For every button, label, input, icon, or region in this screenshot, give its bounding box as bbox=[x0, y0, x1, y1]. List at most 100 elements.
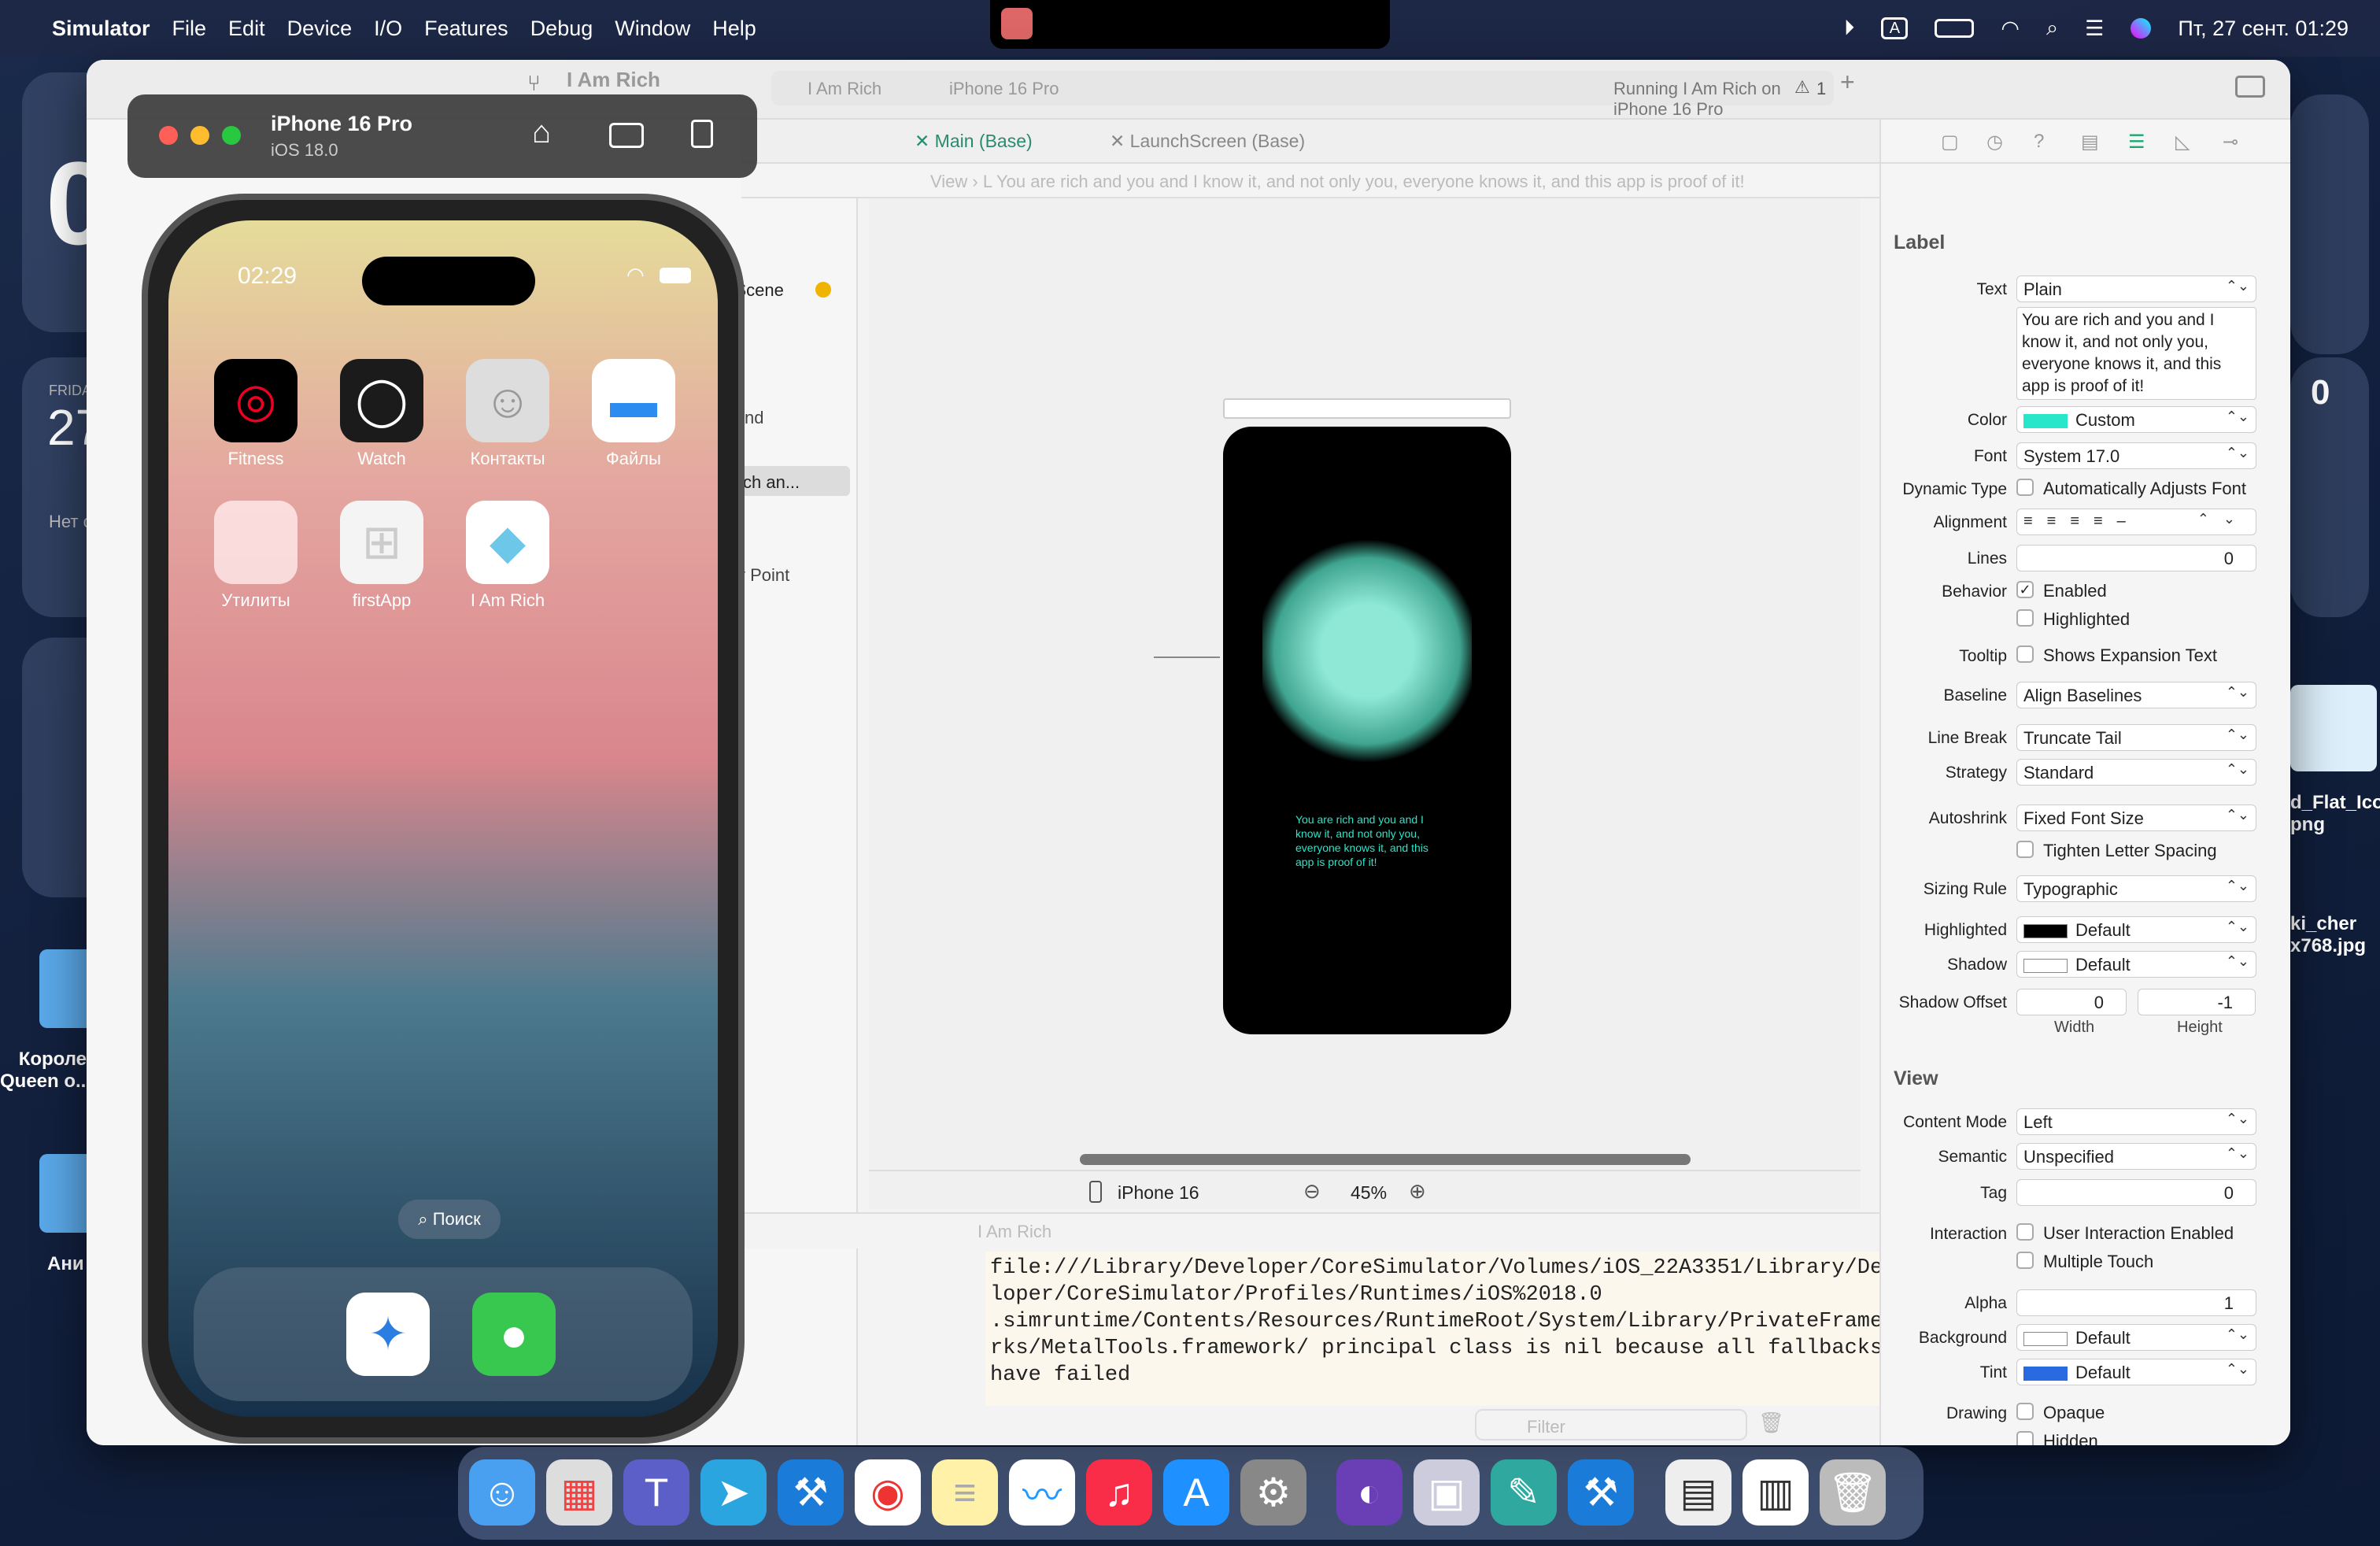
nav-item-4[interactable]: y Point bbox=[737, 565, 789, 586]
menu-help[interactable]: Help bbox=[712, 17, 756, 41]
preview-icon[interactable]: ▣ bbox=[1414, 1459, 1480, 1526]
menu-file[interactable]: File bbox=[172, 17, 207, 41]
notes-icon[interactable]: ≡ bbox=[932, 1459, 998, 1526]
opaque-label[interactable]: Opaque bbox=[2043, 1403, 2105, 1423]
folder-label-2[interactable]: Ани bbox=[47, 1253, 84, 1275]
menu-edit[interactable]: Edit bbox=[228, 17, 265, 41]
rotate-icon[interactable] bbox=[691, 120, 713, 148]
preview-label[interactable]: You are rich and you and I know it, and … bbox=[1295, 812, 1450, 869]
watch-app-icon[interactable]: ◯ bbox=[340, 359, 423, 442]
highlighted-checkbox[interactable] bbox=[2016, 609, 2034, 627]
messages-icon[interactable]: ● bbox=[472, 1293, 556, 1376]
tint-select[interactable]: Default bbox=[2016, 1359, 2256, 1385]
finder-icon[interactable]: ☺ bbox=[469, 1459, 535, 1526]
zoom-level[interactable]: 45% bbox=[1351, 1182, 1387, 1204]
tighten-label[interactable]: Tighten Letter Spacing bbox=[2043, 841, 2217, 861]
dynamic-type-checkbox[interactable] bbox=[2016, 479, 2034, 496]
enabled-label[interactable]: Enabled bbox=[2043, 581, 2107, 601]
shadow-select[interactable]: Default bbox=[2016, 951, 2256, 978]
jump-bar[interactable]: View › L You are rich and you and I know… bbox=[741, 164, 1957, 198]
image-file-label[interactable]: d_Flat_Ico png bbox=[2290, 792, 2380, 836]
strategy-select[interactable]: Standard bbox=[2016, 759, 2256, 786]
font-field[interactable]: System 17.0 bbox=[2016, 442, 2256, 469]
recent-doc-icon[interactable]: ▤ bbox=[1665, 1459, 1731, 1526]
menu-io[interactable]: I/O bbox=[374, 17, 402, 41]
background-select[interactable]: Default bbox=[2016, 1324, 2256, 1351]
tint-value[interactable]: Default bbox=[2075, 1363, 2131, 1382]
tab-launchscreen[interactable]: ✕ LaunchScreen (Base) bbox=[1110, 131, 1305, 152]
tighten-checkbox[interactable] bbox=[2016, 841, 2034, 858]
chrome-icon[interactable]: ◉ bbox=[855, 1459, 921, 1526]
trash-dock-icon[interactable]: 🗑 bbox=[1820, 1459, 1886, 1526]
sourcetree-icon[interactable]: ✎ bbox=[1491, 1459, 1557, 1526]
close-button[interactable] bbox=[159, 126, 178, 145]
color-select[interactable]: Custom bbox=[2016, 406, 2256, 433]
teams-icon[interactable]: T bbox=[623, 1459, 689, 1526]
text-value-field[interactable]: You are rich and you and I know it, and … bbox=[2016, 307, 2256, 400]
control-center-icon[interactable]: ☰ bbox=[2085, 17, 2104, 41]
warning-icon[interactable]: ⚠ bbox=[1794, 77, 1810, 98]
image-file-icon[interactable] bbox=[2290, 685, 2377, 771]
highlighted-color-select[interactable]: Default bbox=[2016, 916, 2256, 943]
minimize-button[interactable] bbox=[190, 126, 209, 145]
help-inspector-icon[interactable]: ? bbox=[2034, 131, 2044, 153]
user-interaction-checkbox[interactable] bbox=[2016, 1223, 2034, 1241]
menu-debug[interactable]: Debug bbox=[530, 17, 593, 41]
diamond-image[interactable] bbox=[1262, 537, 1472, 765]
canvas-scroller[interactable] bbox=[1080, 1154, 1691, 1165]
identity-inspector-icon[interactable]: ▤ bbox=[2081, 131, 2099, 153]
search-icon[interactable]: ⌕ bbox=[2046, 16, 2058, 41]
telegram-icon[interactable]: ➤ bbox=[700, 1459, 767, 1526]
app-store-icon[interactable]: A bbox=[1163, 1459, 1229, 1526]
console-output[interactable]: file:///Library/Developer/CoreSimulator/… bbox=[985, 1252, 1942, 1406]
history-inspector-icon[interactable]: ◷ bbox=[1986, 131, 2003, 153]
xcode-beta-icon[interactable]: ⚒ bbox=[1568, 1459, 1634, 1526]
safari-icon[interactable]: ✦ bbox=[346, 1293, 430, 1376]
multiple-touch-label[interactable]: Multiple Touch bbox=[2043, 1252, 2153, 1272]
warning-count[interactable]: 1 bbox=[1816, 79, 1826, 99]
firstapp-icon[interactable]: ⊞ bbox=[340, 501, 423, 584]
recent-doc-icon-2[interactable]: ▥ bbox=[1743, 1459, 1809, 1526]
folder-label[interactable]: Короле Queen o... bbox=[0, 1049, 91, 1093]
storyboard-canvas[interactable]: You are rich and you and I know it, and … bbox=[869, 198, 1861, 1209]
inspector-toggle-icon[interactable] bbox=[2235, 76, 2265, 98]
utilities-folder-icon[interactable] bbox=[214, 501, 298, 584]
text-type-select[interactable]: Plain bbox=[2016, 276, 2256, 302]
screenshot-icon[interactable] bbox=[609, 123, 644, 148]
connections-inspector-icon[interactable]: ⊸ bbox=[2223, 131, 2238, 153]
shadow-height-field[interactable]: -1 bbox=[2138, 989, 2256, 1015]
baseline-select[interactable]: Align Baselines bbox=[2016, 682, 2256, 708]
menu-datetime[interactable]: Пт, 27 сент. 01:29 bbox=[2178, 17, 2349, 41]
scene-dock[interactable] bbox=[1223, 398, 1511, 419]
jump-bar-path[interactable]: View › L You are rich and you and I know… bbox=[930, 172, 1745, 192]
console-filter[interactable]: Filter bbox=[1475, 1409, 1747, 1441]
attributes-inspector-icon[interactable]: ☰ bbox=[2128, 131, 2145, 153]
battery-icon[interactable] bbox=[1935, 19, 1975, 38]
device-icon[interactable] bbox=[1089, 1181, 1102, 1203]
view-controller-preview[interactable]: You are rich and you and I know it, and … bbox=[1223, 427, 1511, 1034]
shadow-value[interactable]: Default bbox=[2075, 955, 2131, 975]
system-settings-icon[interactable]: ⚙ bbox=[1240, 1459, 1306, 1526]
shadow-width-field[interactable]: 0 bbox=[2016, 989, 2127, 1015]
nav-item-3[interactable]: ch an... bbox=[743, 472, 800, 493]
launchpad-icon[interactable]: ▦ bbox=[546, 1459, 612, 1526]
trash-icon[interactable]: 🗑 bbox=[1758, 1411, 1784, 1435]
dynamic-type-value[interactable]: Automatically Adjusts Font bbox=[2043, 479, 2246, 499]
input-source-icon[interactable]: A bbox=[1881, 17, 1909, 39]
menu-device[interactable]: Device bbox=[287, 17, 353, 41]
hidden-checkbox[interactable] bbox=[2016, 1431, 2034, 1445]
size-inspector-icon[interactable]: ◺ bbox=[2175, 131, 2190, 153]
scheme-name[interactable]: I Am Rich bbox=[808, 79, 881, 99]
nav-item-2[interactable]: nd bbox=[745, 408, 763, 428]
home-icon[interactable]: ⌂ bbox=[532, 115, 551, 150]
content-mode-select[interactable]: Left bbox=[2016, 1108, 2256, 1135]
scheme-selector[interactable]: I Am Rich iPhone 16 Pro Running I Am Ric… bbox=[771, 71, 1834, 119]
xcode-icon[interactable]: ⚒ bbox=[778, 1459, 844, 1526]
music-icon[interactable]: ♫ bbox=[1086, 1459, 1152, 1526]
user-interaction-label[interactable]: User Interaction Enabled bbox=[2043, 1223, 2234, 1244]
contacts-app-icon[interactable]: ☺ bbox=[466, 359, 549, 442]
opaque-checkbox[interactable] bbox=[2016, 1403, 2034, 1420]
spotlight-search-pill[interactable]: ⌕ Поиск bbox=[398, 1200, 501, 1239]
color-value[interactable]: Custom bbox=[2075, 410, 2135, 430]
wifi-icon[interactable]: ◠ bbox=[2001, 17, 2020, 41]
